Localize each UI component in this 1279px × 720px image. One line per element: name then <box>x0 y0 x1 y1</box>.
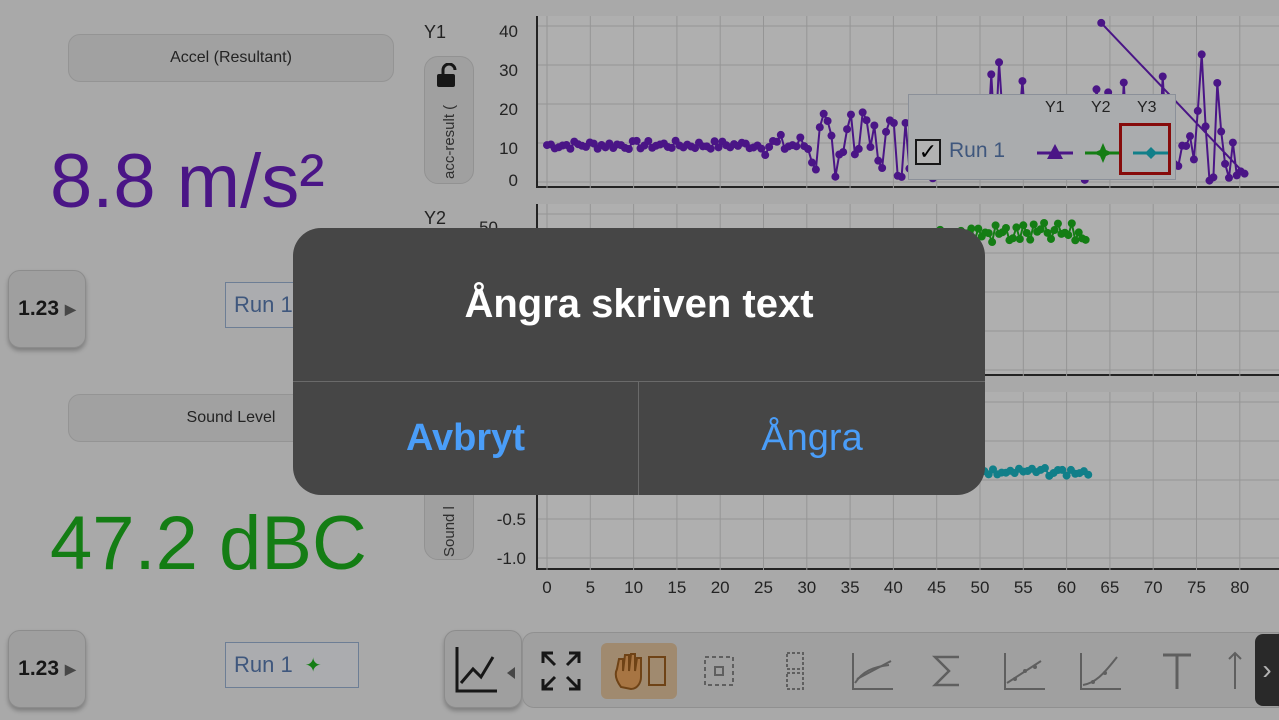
cancel-button[interactable]: Avbryt <box>293 382 638 495</box>
alert-title: Ångra skriven text <box>464 281 814 326</box>
undo-button[interactable]: Ångra <box>639 382 985 495</box>
app-screen: Accel (Resultant) 8.8 m/s² 1.23 ▶ Run 1 S… <box>0 0 1279 720</box>
undo-alert-dialog: Ångra skriven text Avbryt Ångra <box>293 228 985 495</box>
